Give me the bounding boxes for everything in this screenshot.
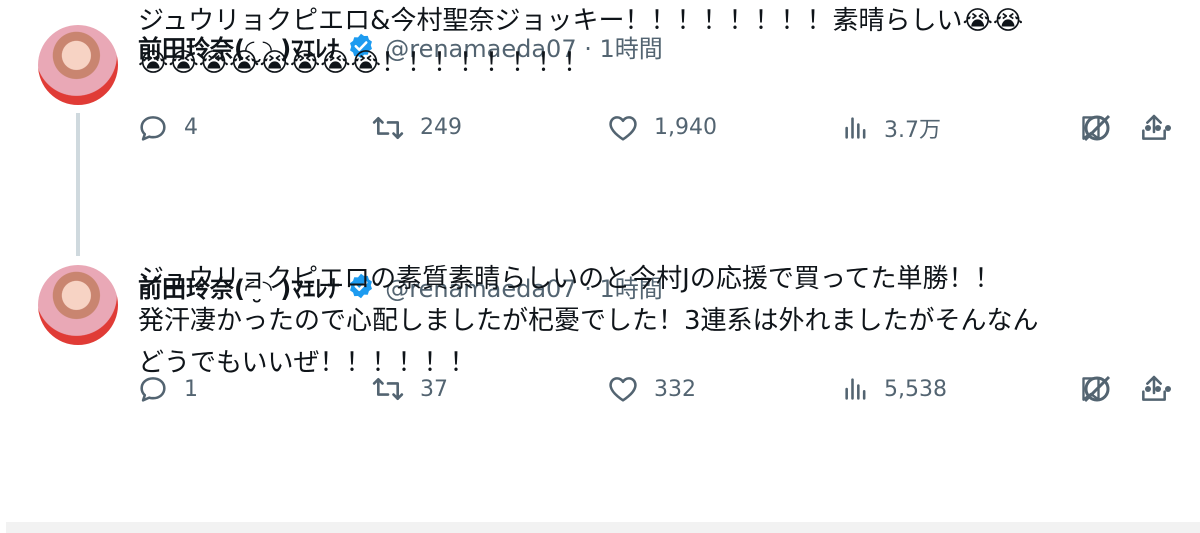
share-icon [1138,111,1170,145]
bookmark-button[interactable] [1076,372,1106,406]
like-count: 1,940 [654,115,717,140]
reply-button[interactable]: 4 [136,111,198,145]
heart-icon [606,111,640,145]
avatar[interactable] [38,25,118,105]
bookmark-button[interactable] [1076,111,1106,145]
retweet-icon [370,372,406,406]
like-count: 332 [654,376,696,402]
reply-icon [136,372,170,406]
views-count: 3.7万 [884,117,941,143]
views-count: 5,538 [884,376,947,402]
like-button[interactable]: 1,940 [606,111,717,145]
reply-button[interactable]: 1 [136,372,198,406]
share-button[interactable] [1138,372,1170,406]
tweet-2-actions: 1 37 332 5,538 [136,258,1172,520]
share-icon [1138,372,1170,406]
views-button[interactable]: 5,538 [842,374,947,404]
reply-icon [136,111,170,145]
heart-icon [606,372,640,406]
bookmark-icon [1076,372,1106,406]
retweet-button[interactable]: 37 [370,372,448,406]
views-icon [842,113,870,143]
views-icon [842,374,870,404]
views-button[interactable]: 3.7万 [842,112,941,144]
like-button[interactable]: 332 [606,372,696,406]
retweet-button[interactable]: 249 [370,111,462,145]
retweet-icon [370,111,406,145]
retweet-count: 249 [420,115,462,140]
reply-count: 1 [184,376,198,402]
bookmark-icon [1076,111,1106,145]
retweet-count: 37 [420,376,448,402]
tweet-1-actions: 4 249 1,940 3.7万 [136,0,1172,255]
reply-count: 4 [184,115,198,140]
share-button[interactable] [1138,111,1170,145]
avatar[interactable] [38,265,118,345]
timeline-divider [6,522,1200,533]
